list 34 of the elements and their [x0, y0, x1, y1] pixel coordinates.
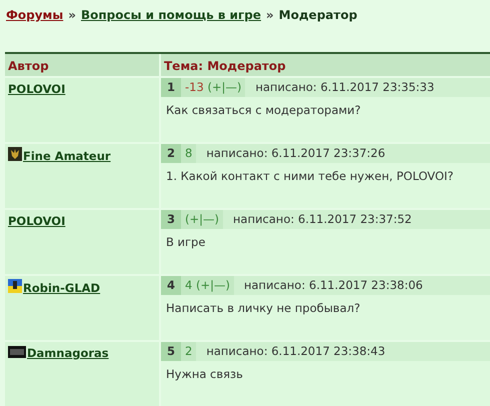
avatar-icon [8, 346, 26, 358]
breadcrumb-link[interactable]: Форумы [6, 8, 64, 22]
author-link[interactable]: POLOVOI [8, 214, 66, 228]
author-link[interactable]: Fine Amateur [23, 149, 111, 163]
post-text: Как связаться с модераторами? [165, 102, 362, 119]
post-number: 1 [161, 78, 182, 97]
post-number: 3 [161, 210, 182, 229]
post-rating: 4 [185, 278, 192, 292]
breadcrumb-separator: » [266, 8, 274, 22]
post-date: написано: 6.11.2017 23:35:33 [254, 78, 436, 96]
author-link[interactable]: Robin-GLAD [23, 281, 100, 295]
column-header: Автор [5, 54, 161, 76]
post-date: написано: 6.11.2017 23:37:52 [232, 210, 413, 228]
post-rating: 2 [185, 344, 192, 358]
post-text: Нужна связь [165, 366, 244, 383]
post-number: 4 [161, 276, 182, 295]
post-number: 5 [161, 342, 182, 361]
post-date: написано: 6.11.2017 23:37:26 [205, 144, 386, 162]
post-rating: -13 [185, 80, 204, 94]
breadcrumb-separator: » [68, 8, 76, 22]
post-text: 1. Какой контакт с ними тебе нужен, POLOVOI? [165, 168, 455, 185]
post-date: написано: 6.11.2017 23:38:06 [242, 276, 424, 294]
breadcrumb-current: Модератор [278, 8, 358, 22]
column-header: Тема: Модератор [163, 58, 287, 75]
post-text: В игре [165, 234, 206, 251]
author-link[interactable]: Damnagoras [27, 346, 109, 360]
post-date: написано: 6.11.2017 23:38:43 [205, 342, 386, 360]
breadcrumb-link[interactable]: Вопросы и помощь в игре [80, 8, 262, 22]
avatar-icon [8, 147, 22, 161]
author-link[interactable]: POLOVOI [8, 82, 66, 96]
post-text: Написать в личку не пробывал? [165, 300, 362, 317]
post-rating: 8 [185, 146, 192, 160]
post-number: 2 [161, 144, 182, 163]
avatar-icon [8, 279, 22, 293]
